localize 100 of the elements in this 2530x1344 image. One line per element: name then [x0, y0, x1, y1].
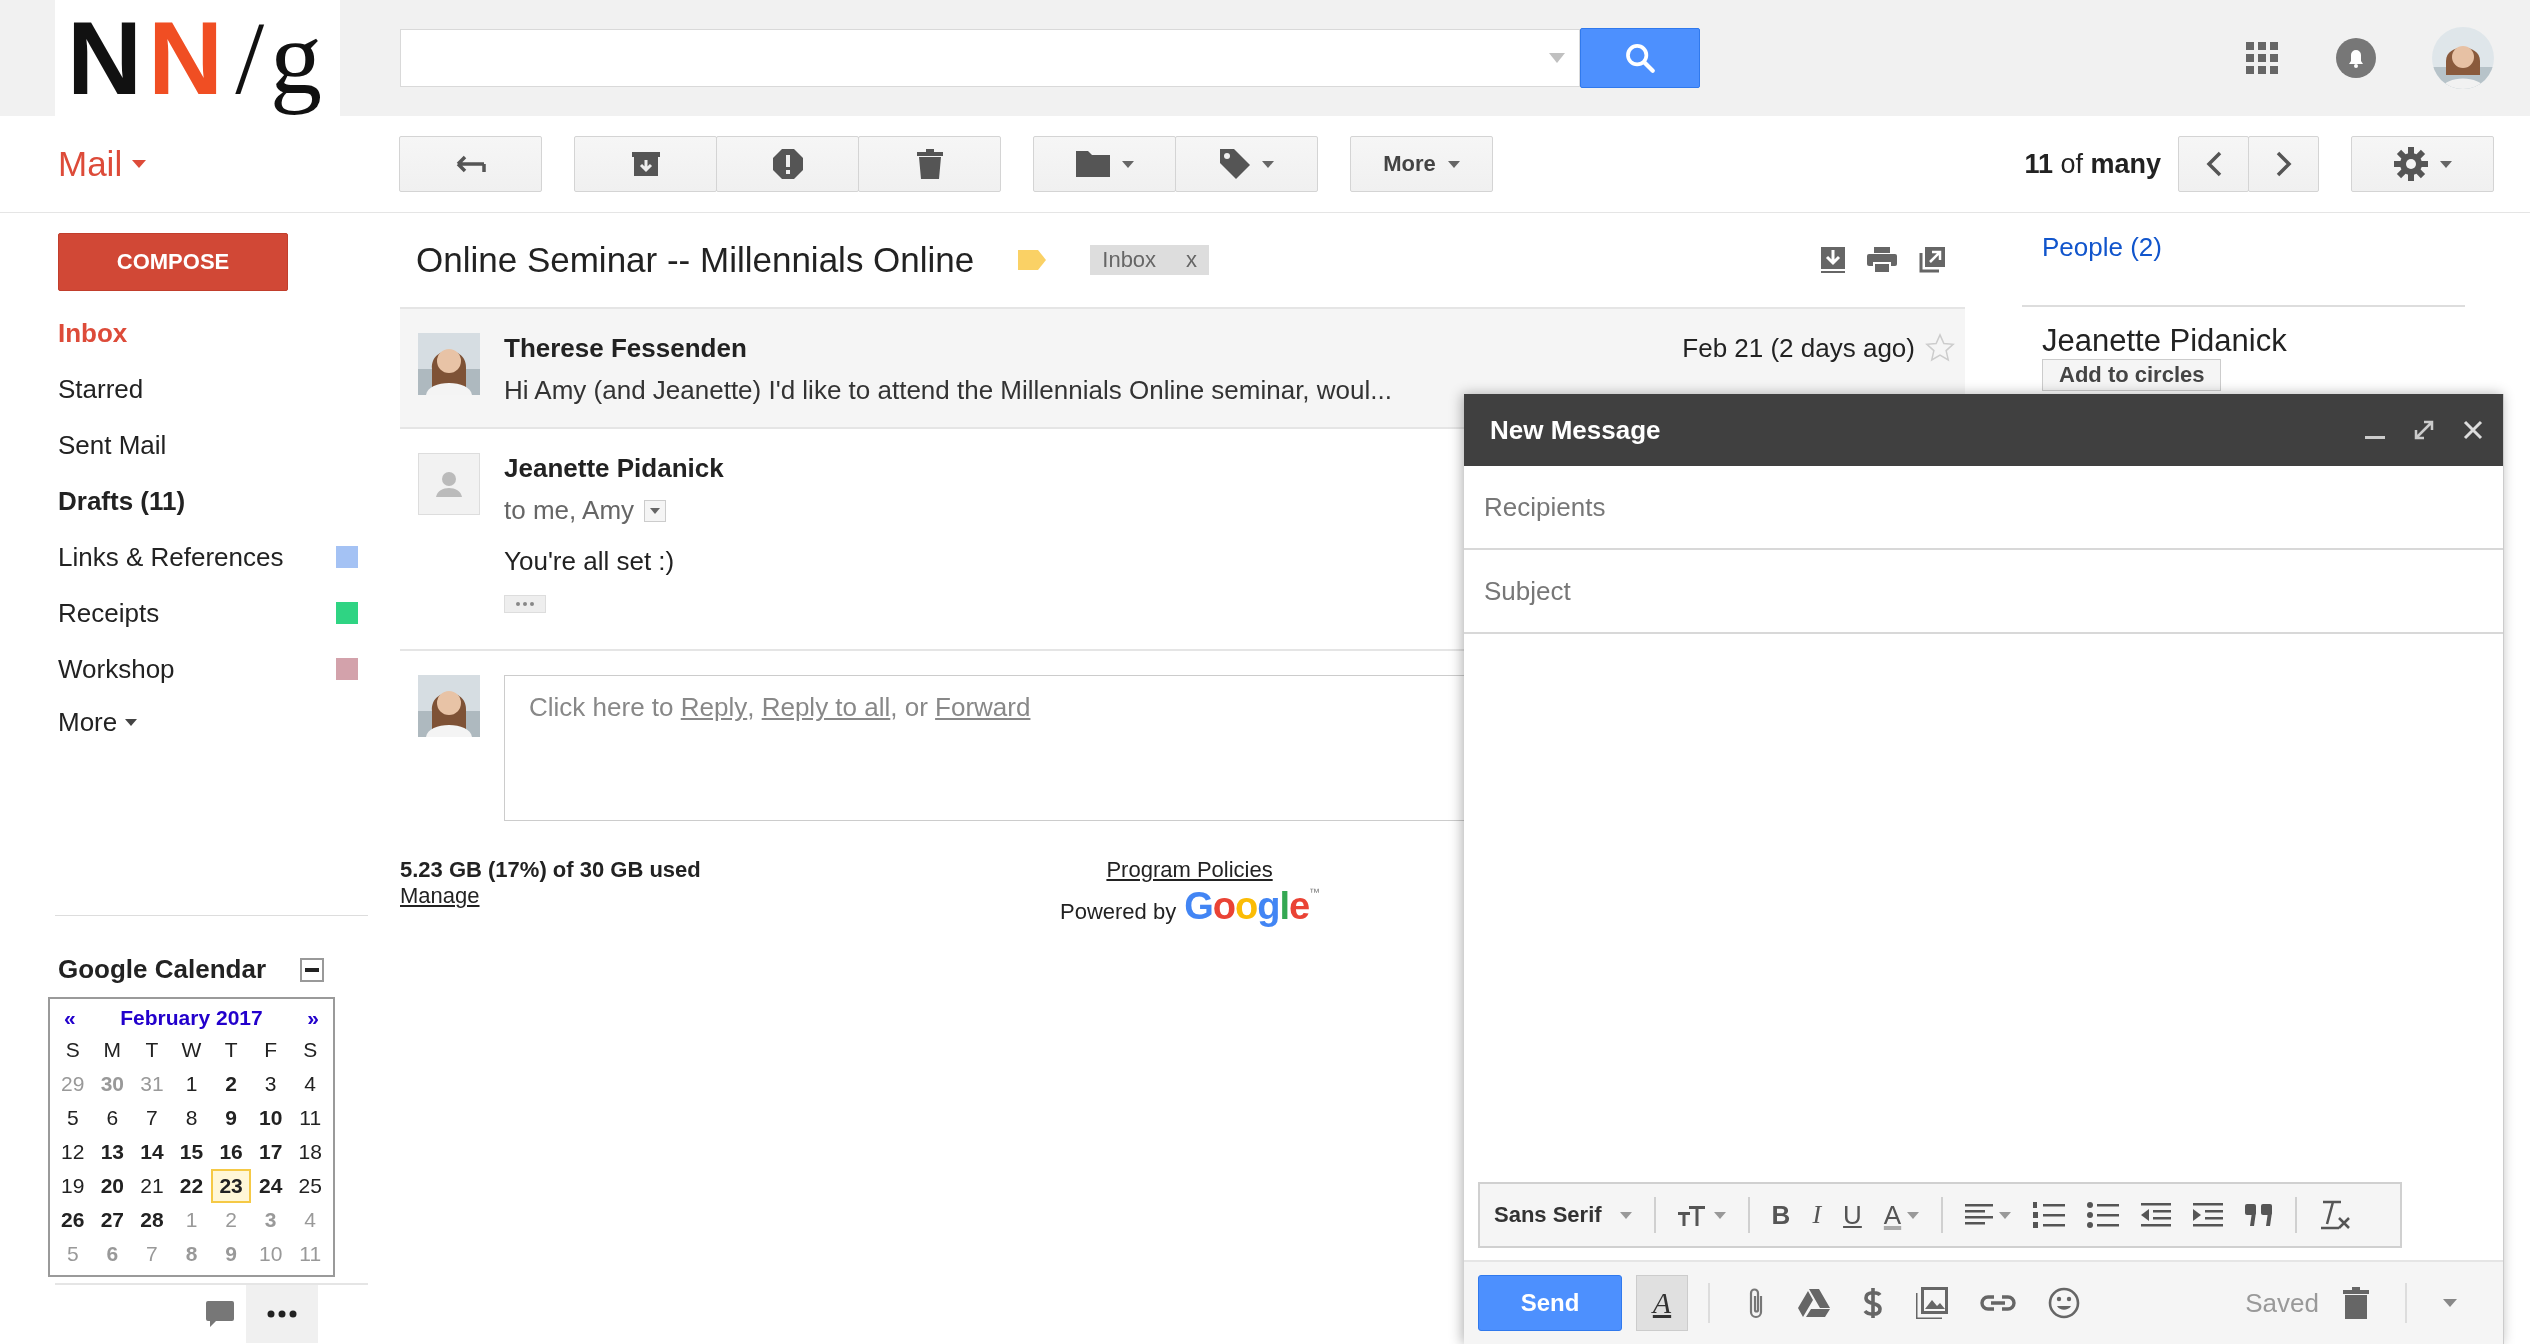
dollar-icon[interactable]: [1862, 1286, 1884, 1320]
folder-item[interactable]: Links & References: [0, 529, 370, 585]
calendar-day[interactable]: 8: [171, 1101, 212, 1135]
search-field[interactable]: [400, 29, 1580, 87]
caret-icon: [132, 160, 147, 168]
search-button[interactable]: [1580, 28, 1700, 88]
calendar-day[interactable]: 10: [250, 1101, 291, 1135]
bulleted-list-icon[interactable]: [2087, 1202, 2120, 1228]
download-icon[interactable]: [1821, 247, 1845, 273]
text-color-button[interactable]: A: [1883, 1199, 1920, 1231]
calendar-day[interactable]: 27: [92, 1203, 133, 1237]
emoji-icon[interactable]: [2048, 1287, 2080, 1319]
reply-link[interactable]: Forward: [935, 692, 1031, 723]
calendar-day[interactable]: 12: [53, 1135, 93, 1169]
folder-item[interactable]: Workshop: [0, 641, 370, 697]
calendar-day[interactable]: 18: [290, 1135, 330, 1169]
mail-menu[interactable]: Mail: [58, 144, 147, 184]
apps-grid-icon[interactable]: [2246, 42, 2278, 74]
calendar-day[interactable]: 5: [53, 1101, 93, 1135]
numbered-list-icon[interactable]: [2033, 1201, 2066, 1229]
label-button[interactable]: [1175, 136, 1318, 192]
expand-icon[interactable]: [2413, 419, 2435, 441]
indent-icon[interactable]: [2193, 1203, 2224, 1227]
compose-button[interactable]: COMPOSE: [58, 233, 288, 291]
settings-button[interactable]: [2351, 136, 2494, 192]
bold-button[interactable]: B: [1771, 1199, 1791, 1231]
caret-icon[interactable]: [2443, 1299, 2457, 1307]
calendar-day[interactable]: 11: [290, 1101, 330, 1135]
trash-icon[interactable]: [2343, 1287, 2369, 1319]
calendar-day[interactable]: 1: [171, 1067, 212, 1101]
folder-item[interactable]: Starred: [0, 361, 370, 417]
back-button[interactable]: [399, 136, 542, 192]
calendar-day[interactable]: 3: [250, 1067, 291, 1101]
folder-button[interactable]: [1033, 136, 1176, 192]
add-to-circles-button[interactable]: Add to circles: [2042, 359, 2222, 391]
calendar-day[interactable]: 14: [132, 1135, 172, 1169]
align-button[interactable]: [1965, 1204, 2012, 1226]
reply-link[interactable]: Reply: [680, 692, 748, 723]
calendar-day[interactable]: 16: [211, 1135, 251, 1169]
chat-icon[interactable]: [206, 1301, 234, 1327]
print-icon[interactable]: [1867, 247, 1897, 273]
details-button[interactable]: [644, 499, 667, 522]
drive-icon[interactable]: [1798, 1289, 1830, 1317]
calendar-day[interactable]: 28: [132, 1203, 172, 1237]
saved-status: Saved: [2245, 1287, 2319, 1319]
bell-icon[interactable]: [2336, 38, 2376, 78]
star-icon[interactable]: [1925, 333, 1955, 363]
more-button[interactable]: [246, 1285, 318, 1343]
calendar-day[interactable]: 6: [92, 1101, 133, 1135]
caret-icon: [1619, 1211, 1632, 1219]
underline-button[interactable]: U: [1843, 1199, 1862, 1231]
caret-icon: [1121, 160, 1134, 168]
outdent-icon[interactable]: [2141, 1203, 2172, 1227]
text-size-button[interactable]: [1677, 1204, 1726, 1226]
back-arrow-icon: [455, 154, 486, 174]
folder-item[interactable]: Inbox: [0, 305, 370, 361]
link-icon[interactable]: [1980, 1294, 2016, 1312]
subject-field[interactable]: Subject: [1464, 550, 2503, 634]
spam-button[interactable]: [716, 136, 859, 192]
calendar-day[interactable]: 9: [211, 1101, 251, 1135]
older-button[interactable]: [2178, 136, 2249, 192]
folder-item[interactable]: Drafts (11): [0, 473, 370, 529]
more-folders-item[interactable]: More: [0, 697, 370, 747]
archive-button[interactable]: [574, 136, 717, 192]
italic-button[interactable]: I: [1812, 1200, 1822, 1230]
calendar-day[interactable]: 7: [132, 1101, 172, 1135]
delete-button[interactable]: [858, 136, 1001, 192]
calendar-day[interactable]: 21: [132, 1169, 172, 1203]
manage-link[interactable]: Manage: [400, 883, 480, 909]
next-month-link[interactable]: »: [307, 1006, 319, 1030]
calendar-day[interactable]: 4: [290, 1067, 330, 1101]
newer-button[interactable]: [2248, 136, 2319, 192]
previous-month-link[interactable]: «: [64, 1006, 76, 1030]
people-link[interactable]: People (2): [2022, 213, 2465, 307]
recipients-field[interactable]: Recipients: [1464, 466, 2503, 550]
remove-label-button[interactable]: x: [1186, 247, 1198, 273]
calendar-day[interactable]: 24: [250, 1169, 291, 1203]
calendar-day[interactable]: 23: [211, 1169, 251, 1203]
calendar-day[interactable]: 20: [92, 1169, 133, 1203]
calendar-day[interactable]: 2: [211, 1067, 251, 1101]
close-icon[interactable]: [2463, 420, 2483, 440]
calendar-day[interactable]: 15: [171, 1135, 212, 1169]
font-dropdown[interactable]: Sans Serif: [1494, 1202, 1632, 1228]
calendar-day[interactable]: 26: [53, 1203, 93, 1237]
calendar-day[interactable]: 17: [250, 1135, 291, 1169]
more-button[interactable]: More: [1350, 136, 1493, 192]
calendar-day[interactable]: 13: [92, 1135, 133, 1169]
folder-item[interactable]: Sent Mail: [0, 417, 370, 473]
program-policies-link[interactable]: Program Policies: [1106, 857, 1273, 883]
formatting-toggle-button[interactable]: A: [1636, 1275, 1688, 1331]
calendar-day[interactable]: 25: [290, 1169, 330, 1203]
pop-out-icon[interactable]: [1919, 247, 1945, 273]
folder-item[interactable]: Receipts: [0, 585, 370, 641]
calendar-day[interactable]: 22: [171, 1169, 212, 1203]
collapse-icon[interactable]: [300, 957, 324, 982]
reply-link[interactable]: Reply to all: [761, 692, 891, 723]
clear-formatting-icon[interactable]: [2319, 1200, 2352, 1230]
image-icon[interactable]: [1916, 1287, 1948, 1319]
quote-icon[interactable]: [2245, 1204, 2274, 1226]
calendar-day[interactable]: 19: [53, 1169, 93, 1203]
